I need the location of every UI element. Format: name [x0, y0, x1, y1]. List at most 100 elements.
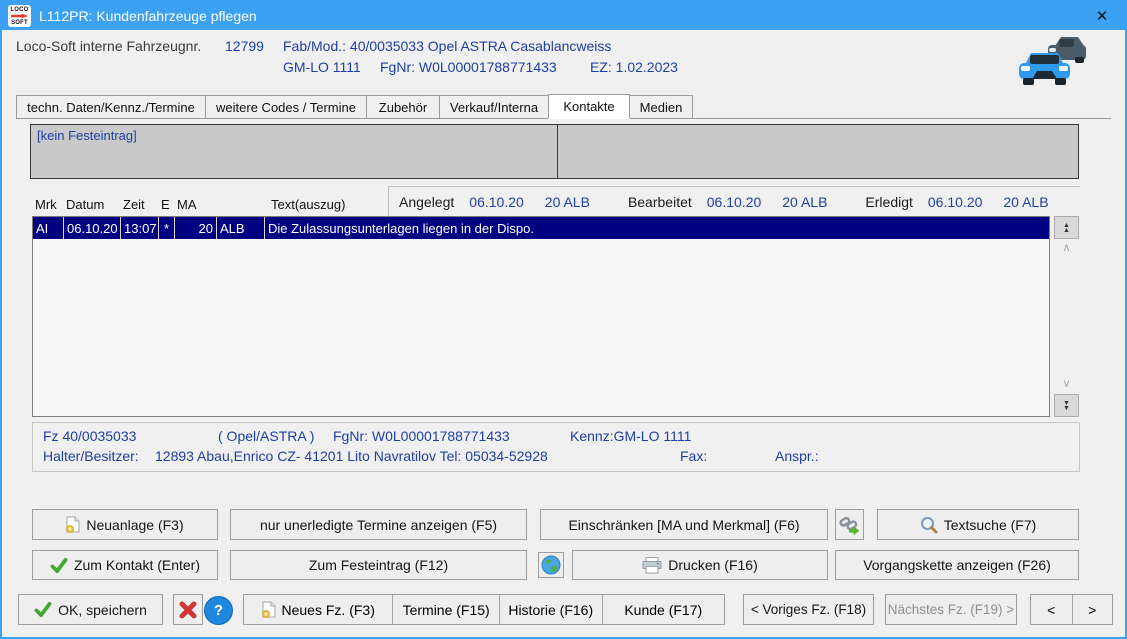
cell-zeit: 13:07: [121, 217, 159, 239]
chevron-up-icon[interactable]: ∧: [1062, 243, 1070, 254]
detail-plate-value: Kennz:GM-LO 1111: [570, 428, 691, 444]
fab-mod-value: Fab/Mod.: 40/0035033 Opel ASTRA Casablan…: [283, 38, 611, 54]
cell-text: Die Zulassungsunterlagen liegen in der D…: [265, 217, 1049, 239]
festeintrag-panel[interactable]: [kein Festeintrag]: [30, 124, 558, 179]
einschraenken-button[interactable]: Einschränken [MA und Merkmal] (F6): [540, 509, 828, 540]
tab-weitere-codes[interactable]: weitere Codes / Termine: [205, 95, 367, 118]
col-mrk: Mrk: [32, 197, 63, 212]
contact-list-header: Mrk Datum Zeit E MA Text(auszug): [32, 192, 388, 216]
chevron-down-icon[interactable]: ∨: [1062, 379, 1070, 390]
button-label: Vorgangskette anzeigen (F26): [863, 557, 1051, 573]
angelegt-ma: 20 ALB: [545, 194, 590, 210]
new-document-icon: [262, 601, 276, 618]
triangle-up-icon: ▲: [1063, 228, 1070, 233]
naechstes-fz-button[interactable]: Nächstes Fz. (F19) >: [885, 594, 1017, 625]
tab-zubehoer[interactable]: Zubehör: [366, 95, 440, 118]
help-icon: ?: [214, 602, 223, 619]
button-label: Einschränken [MA und Merkmal] (F6): [568, 517, 799, 533]
festeintrag-panel-right[interactable]: [557, 124, 1079, 179]
record-meta-strip: Angelegt 06.10.20 20 ALB Bearbeitet 06.1…: [388, 186, 1080, 216]
col-ma: MA: [174, 197, 216, 212]
zum-festeintrag-button[interactable]: Zum Festeintrag (F12): [230, 550, 527, 580]
historie-button[interactable]: Historie (F16): [499, 595, 602, 624]
ok-speichern-button[interactable]: OK, speichern: [18, 594, 163, 625]
tab-bar: techn. Daten/Kennz./Termine weitere Code…: [16, 94, 1111, 119]
table-row[interactable]: AI 06.10.20 13:07 * 20 ALB Die Zulassung…: [33, 217, 1049, 239]
navigation-button-group: Neues Fz. (F3) Termine (F15) Historie (F…: [243, 594, 725, 625]
tab-label: Kontakte: [563, 99, 614, 114]
neues-fz-button[interactable]: Neues Fz. (F3): [244, 595, 392, 624]
tab-kontakte[interactable]: Kontakte: [548, 94, 630, 119]
red-x-icon: [178, 600, 198, 620]
vin-value: FgNr: W0L00001788771433: [380, 59, 557, 75]
angelegt-label: Angelegt: [399, 194, 454, 210]
prev-record-button[interactable]: <: [1031, 595, 1072, 624]
tab-label: Zubehör: [379, 100, 427, 115]
holder-label: Halter/Besitzer:: [43, 448, 139, 464]
globe-icon: [541, 555, 561, 575]
button-label: Nächstes Fz. (F19) >: [888, 602, 1014, 617]
contact-list[interactable]: AI 06.10.20 13:07 * 20 ALB Die Zulassung…: [32, 216, 1050, 417]
tab-label: Verkauf/Interna: [450, 100, 538, 115]
internal-vehicle-number-value: 12799: [225, 38, 264, 54]
erledigt-ma: 20 ALB: [1003, 194, 1048, 210]
scroll-page-down-button[interactable]: ▼ ▼: [1054, 394, 1079, 417]
tab-medien[interactable]: Medien: [629, 95, 693, 118]
voriges-fz-button[interactable]: < Voriges Fz. (F18): [743, 594, 874, 625]
erledigt-label: Erledigt: [865, 194, 912, 210]
erledigt-date: 06.10.20: [928, 194, 983, 210]
kunde-button[interactable]: Kunde (F17): [602, 595, 724, 624]
model-value: ( Opel/ASTRA ): [218, 428, 314, 444]
titlebar[interactable]: LOCO SOFT L112PR: Kundenfahrzeuge pflege…: [2, 2, 1125, 30]
logo-text-top: LOCO: [10, 7, 28, 13]
holder-value: 12893 Abau,Enrico CZ- 41201 Lito Navrati…: [155, 448, 548, 464]
tab-verkauf-interna[interactable]: Verkauf/Interna: [439, 95, 549, 118]
app-window: LOCO SOFT L112PR: Kundenfahrzeuge pflege…: [0, 0, 1127, 639]
globe-button[interactable]: [538, 552, 564, 578]
link-chain-button[interactable]: [835, 509, 864, 540]
tab-techn-daten[interactable]: techn. Daten/Kennz./Termine: [16, 95, 206, 118]
festeintrag-text: [kein Festeintrag]: [37, 128, 137, 143]
unerledigte-termine-button[interactable]: nur unerledigte Termine anzeigen (F5): [230, 509, 527, 540]
neuanlage-button[interactable]: Neuanlage (F3): [32, 509, 218, 540]
textsuche-button[interactable]: Textsuche (F7): [877, 509, 1079, 540]
col-text: Text(auszug): [264, 197, 348, 212]
bearbeitet-date: 06.10.20: [707, 194, 762, 210]
help-button[interactable]: ?: [204, 596, 233, 625]
vorgangskette-button[interactable]: Vorgangskette anzeigen (F26): [835, 550, 1079, 580]
cell-mrk: AI: [33, 217, 64, 239]
bearbeitet-label: Bearbeitet: [628, 194, 692, 210]
cancel-button[interactable]: [173, 594, 203, 625]
license-plate-value: GM-LO 1111: [283, 59, 361, 75]
tab-label: Medien: [640, 100, 683, 115]
tab-label: techn. Daten/Kennz./Termine: [27, 100, 195, 115]
record-arrows-group: < >: [1030, 594, 1113, 625]
list-scrollbar: ▲ ▲ ∧ ∨ ▼ ▼: [1054, 216, 1079, 417]
col-zeit: Zeit: [120, 197, 158, 212]
drucken-button[interactable]: Drucken (F16): [572, 550, 828, 580]
close-icon[interactable]: ✕: [1085, 7, 1119, 25]
button-label: Zum Festeintrag (F12): [309, 557, 448, 573]
angelegt-date: 06.10.20: [469, 194, 524, 210]
vehicle-details-panel: Fz 40/0035033 ( Opel/ASTRA ) FgNr: W0L00…: [32, 422, 1080, 472]
button-label: Neues Fz. (F3): [282, 602, 375, 618]
button-label: Neuanlage (F3): [86, 517, 183, 533]
first-registration-value: EZ: 1.02.2023: [590, 59, 678, 75]
button-label: OK, speichern: [58, 602, 147, 618]
triangle-down-icon: ▼: [1063, 406, 1070, 411]
cell-e: *: [159, 217, 175, 239]
green-check-icon: [34, 602, 52, 617]
zum-kontakt-button[interactable]: Zum Kontakt (Enter): [32, 550, 218, 580]
logo-arrow-band: [11, 14, 28, 19]
contact-person-label: Anspr.:: [775, 448, 819, 464]
button-label: Historie (F16): [508, 602, 593, 618]
scroll-page-up-button[interactable]: ▲ ▲: [1054, 216, 1079, 239]
detail-vin-value: FgNr: W0L00001788771433: [333, 428, 510, 444]
fax-label: Fax:: [680, 448, 707, 464]
cars-icon: [1017, 34, 1087, 91]
next-record-button[interactable]: >: [1072, 595, 1113, 624]
window-title: L112PR: Kundenfahrzeuge pflegen: [39, 8, 257, 24]
button-label: Drucken (F16): [668, 557, 757, 573]
green-check-icon: [50, 558, 68, 573]
termine-button[interactable]: Termine (F15): [392, 595, 499, 624]
